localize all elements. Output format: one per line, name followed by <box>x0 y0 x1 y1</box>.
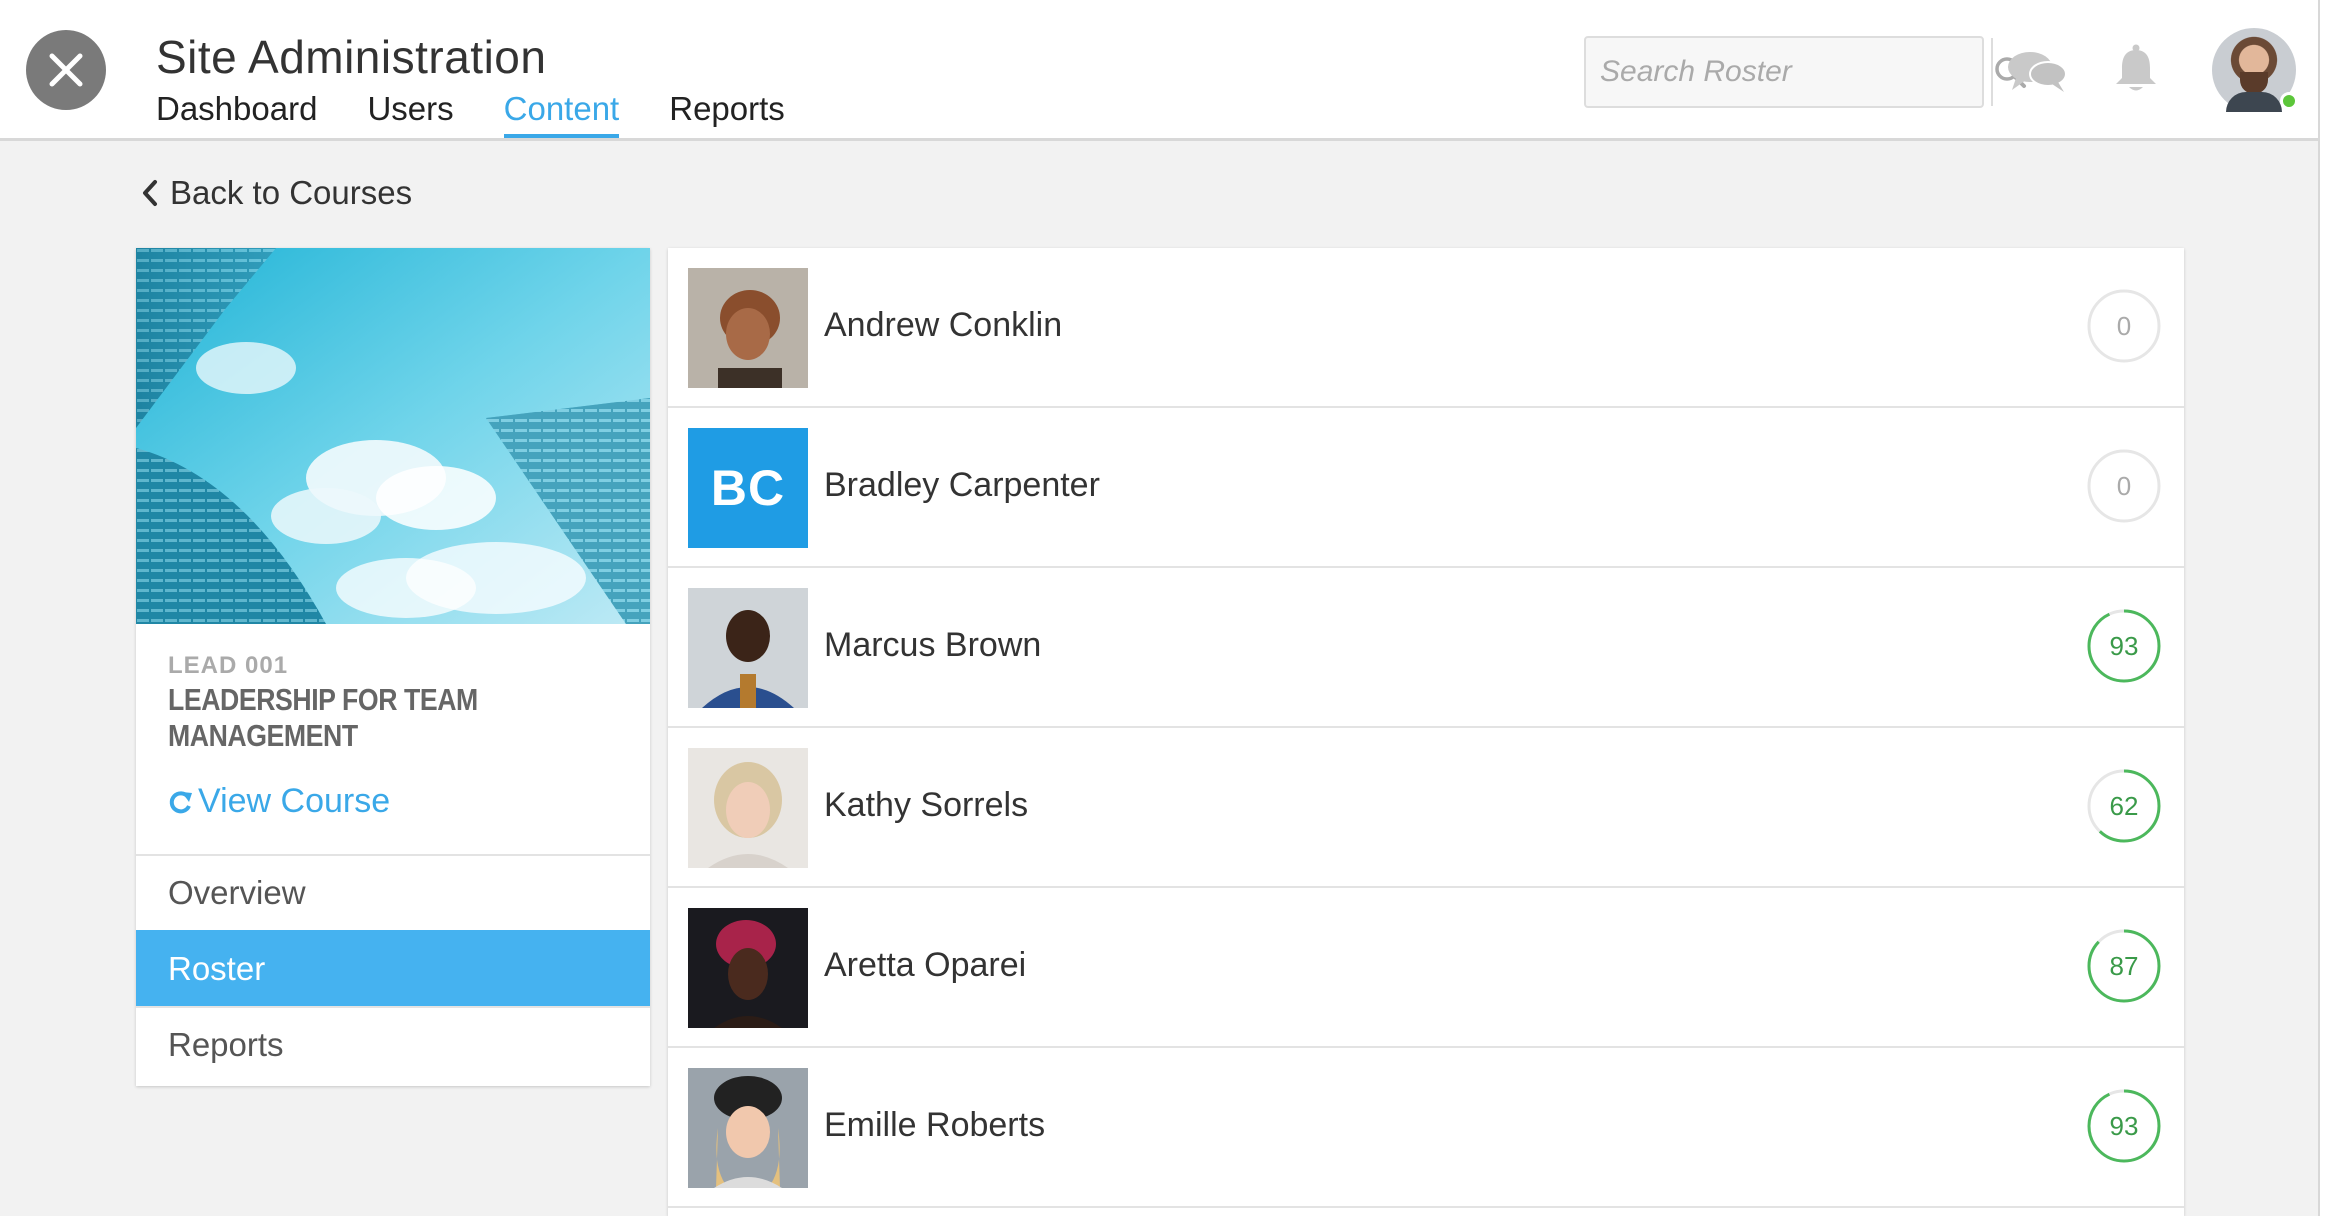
score-value: 0 <box>2116 310 2132 341</box>
score-ring: 93 <box>2086 1088 2162 1164</box>
member-name: Bradley Carpenter <box>824 466 1100 504</box>
top-header: Site Administration Dashboard Users Cont… <box>0 0 2326 141</box>
avatar <box>688 908 808 1028</box>
main-nav: Dashboard Users Content Reports <box>156 90 835 138</box>
avatar <box>688 588 808 708</box>
score-value: 62 <box>2109 790 2139 821</box>
side-item-roster[interactable]: Roster <box>136 930 650 1006</box>
score-ring: 93 <box>2086 608 2162 684</box>
tab-users[interactable]: Users <box>367 90 453 138</box>
member-name: Aretta Oparei <box>824 946 1027 984</box>
course-card: LEAD 001 LEADERSHIP FOR TEAM MANAGEMENT … <box>136 248 650 1086</box>
roster-row[interactable]: Aretta Oparei 87 <box>668 888 2184 1048</box>
course-title: LEADERSHIP FOR TEAM MANAGEMENT <box>168 682 478 753</box>
view-course-label: View Course <box>198 782 391 820</box>
score-value: 93 <box>2109 630 2139 661</box>
course-cover-image <box>136 248 650 624</box>
roster-row[interactable]: Emille Roberts 93 <box>668 1048 2184 1208</box>
score-ring: 62 <box>2086 768 2162 844</box>
avatar <box>688 1068 808 1188</box>
member-name: Emille Roberts <box>824 1106 1046 1144</box>
tab-dashboard[interactable]: Dashboard <box>156 90 317 138</box>
avatar-beard <box>2240 72 2268 94</box>
refresh-icon <box>169 790 192 813</box>
roster-row[interactable]: BC Bradley Carpenter 0 <box>668 408 2184 568</box>
window-edge <box>2318 0 2326 1216</box>
back-link-label: Back to Courses <box>170 174 413 211</box>
online-status-indicator <box>2280 92 2298 110</box>
chevron-left-icon <box>143 180 157 206</box>
back-to-courses-link[interactable]: Back to Courses <box>140 174 412 212</box>
avatar <box>688 268 808 388</box>
close-button[interactable] <box>26 30 106 110</box>
roster-list: Andrew Conklin 0 BC Bradley Carpenter 0 <box>668 248 2184 1216</box>
close-icon <box>49 53 83 87</box>
search-box <box>1584 36 2027 108</box>
avatar-initials: BC <box>688 428 808 548</box>
course-side-menu: Overview Roster Reports <box>136 854 650 1082</box>
chat-icon[interactable] <box>2006 48 2068 94</box>
score-ring: 0 <box>2086 448 2162 524</box>
app-title: Site Administration <box>156 31 547 83</box>
roster-row[interactable]: Marcus Brown 93 <box>668 568 2184 728</box>
tab-reports[interactable]: Reports <box>669 90 785 138</box>
avatar-shirt <box>2226 92 2282 112</box>
member-name: Andrew Conklin <box>824 306 1063 344</box>
tab-content[interactable]: Content <box>503 90 620 138</box>
side-item-reports[interactable]: Reports <box>136 1006 650 1082</box>
avatar <box>688 748 808 868</box>
score-value: 87 <box>2109 950 2139 981</box>
side-item-overview[interactable]: Overview <box>136 854 650 930</box>
course-code: LEAD 001 <box>168 652 289 679</box>
bell-icon[interactable] <box>2112 44 2160 94</box>
avatar: BC <box>688 428 808 548</box>
roster-row[interactable]: Andrew Conklin 0 <box>668 248 2184 408</box>
score-ring: 0 <box>2086 288 2162 364</box>
member-name: Marcus Brown <box>824 626 1042 664</box>
member-name: Kathy Sorrels <box>824 786 1029 824</box>
score-value: 93 <box>2109 1110 2139 1141</box>
score-value: 0 <box>2116 470 2132 501</box>
view-course-link[interactable]: View Course <box>168 782 390 821</box>
roster-row[interactable]: Kathy Sorrels 62 <box>668 728 2184 888</box>
search-input[interactable] <box>1586 38 1991 106</box>
score-ring: 87 <box>2086 928 2162 1004</box>
